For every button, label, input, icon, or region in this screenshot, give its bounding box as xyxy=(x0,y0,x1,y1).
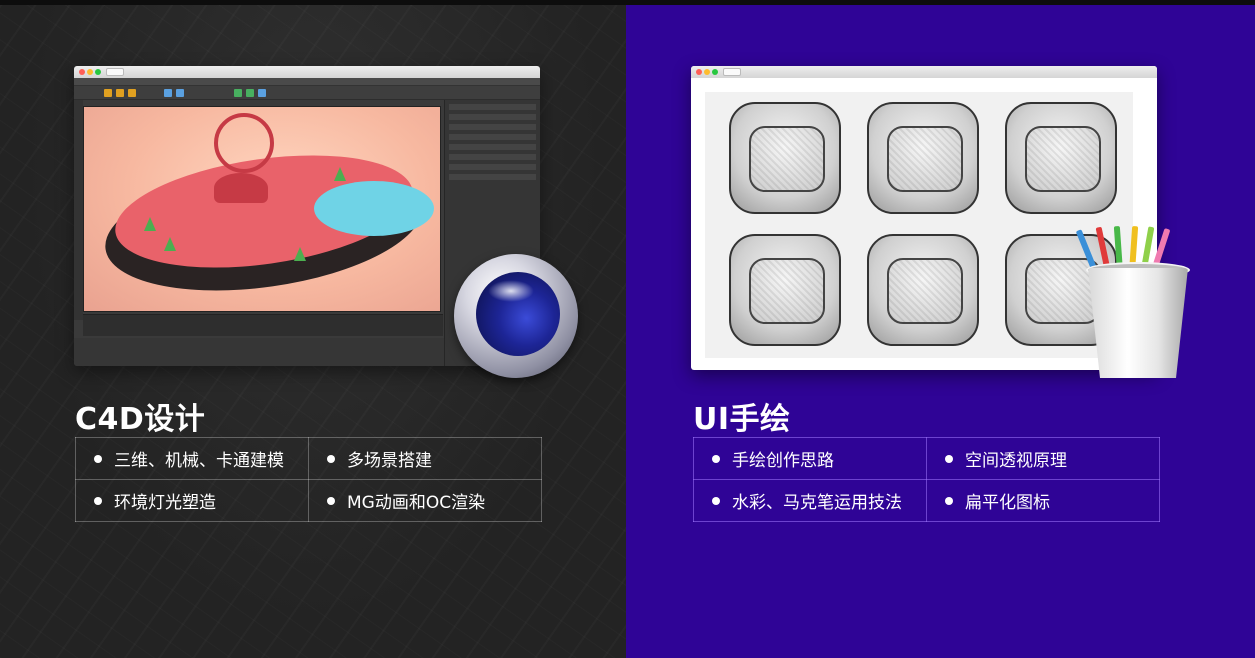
tool-icon xyxy=(164,89,172,97)
c4d-menubar xyxy=(74,78,540,86)
scene-tree xyxy=(334,167,346,181)
feature-item: 环境灯光塑造 xyxy=(75,479,309,522)
tool-icon xyxy=(246,89,254,97)
feature-item: 三维、机械、卡通建模 xyxy=(75,437,309,480)
window-titlebar xyxy=(691,66,1157,78)
window-maximize-icon xyxy=(712,69,718,75)
window-nav-buttons xyxy=(723,68,741,76)
c4d-material-panel xyxy=(74,338,444,366)
sketch-canvas xyxy=(705,92,1133,358)
sketch-icon xyxy=(729,234,841,346)
tool-icon xyxy=(116,89,124,97)
scene-water xyxy=(314,181,434,236)
c4d-toolbar xyxy=(74,86,540,100)
feature-item: 水彩、马克笔运用技法 xyxy=(693,479,927,522)
c4d-left-toolbar xyxy=(74,100,83,320)
window-close-icon xyxy=(79,69,85,75)
scene-ferris-wheel xyxy=(214,113,274,173)
feature-item: 手绘创作思路 xyxy=(693,437,927,480)
window-minimize-icon xyxy=(704,69,710,75)
feature-item: 扁平化图标 xyxy=(926,479,1160,522)
tool-icon xyxy=(258,89,266,97)
sketch-icon xyxy=(729,102,841,214)
sketch-icon xyxy=(867,102,979,214)
tool-icon xyxy=(234,89,242,97)
feature-item: 空间透视原理 xyxy=(926,437,1160,480)
window-minimize-icon xyxy=(87,69,93,75)
feature-item: 多场景搭建 xyxy=(308,437,542,480)
window-nav-buttons xyxy=(106,68,124,76)
scene-tree xyxy=(294,247,306,261)
c4d-timeline xyxy=(83,314,443,336)
ui-feature-table: 手绘创作思路 空间透视原理 水彩、马克笔运用技法 扁平化图标 xyxy=(693,437,1160,522)
cinema4d-logo-icon xyxy=(454,254,578,378)
feature-item: MG动画和OC渲染 xyxy=(308,479,542,522)
c4d-feature-table: 三维、机械、卡通建模 多场景搭建 环境灯光塑造 MG动画和OC渲染 xyxy=(75,437,542,522)
c4d-viewport xyxy=(83,106,441,312)
ui-sketch-window xyxy=(691,66,1157,370)
scene-tree xyxy=(164,237,176,251)
tool-icon xyxy=(176,89,184,97)
window-titlebar xyxy=(74,66,540,78)
window-maximize-icon xyxy=(95,69,101,75)
ui-title: UI手绘 xyxy=(693,402,791,437)
sketch-icon xyxy=(1005,102,1117,214)
window-close-icon xyxy=(696,69,702,75)
tool-icon xyxy=(128,89,136,97)
c4d-title: C4D设计 xyxy=(75,402,206,437)
sketch-icon xyxy=(867,234,979,346)
scene-tree xyxy=(144,217,156,231)
tool-icon xyxy=(104,89,112,97)
scene-carousel xyxy=(214,173,268,203)
